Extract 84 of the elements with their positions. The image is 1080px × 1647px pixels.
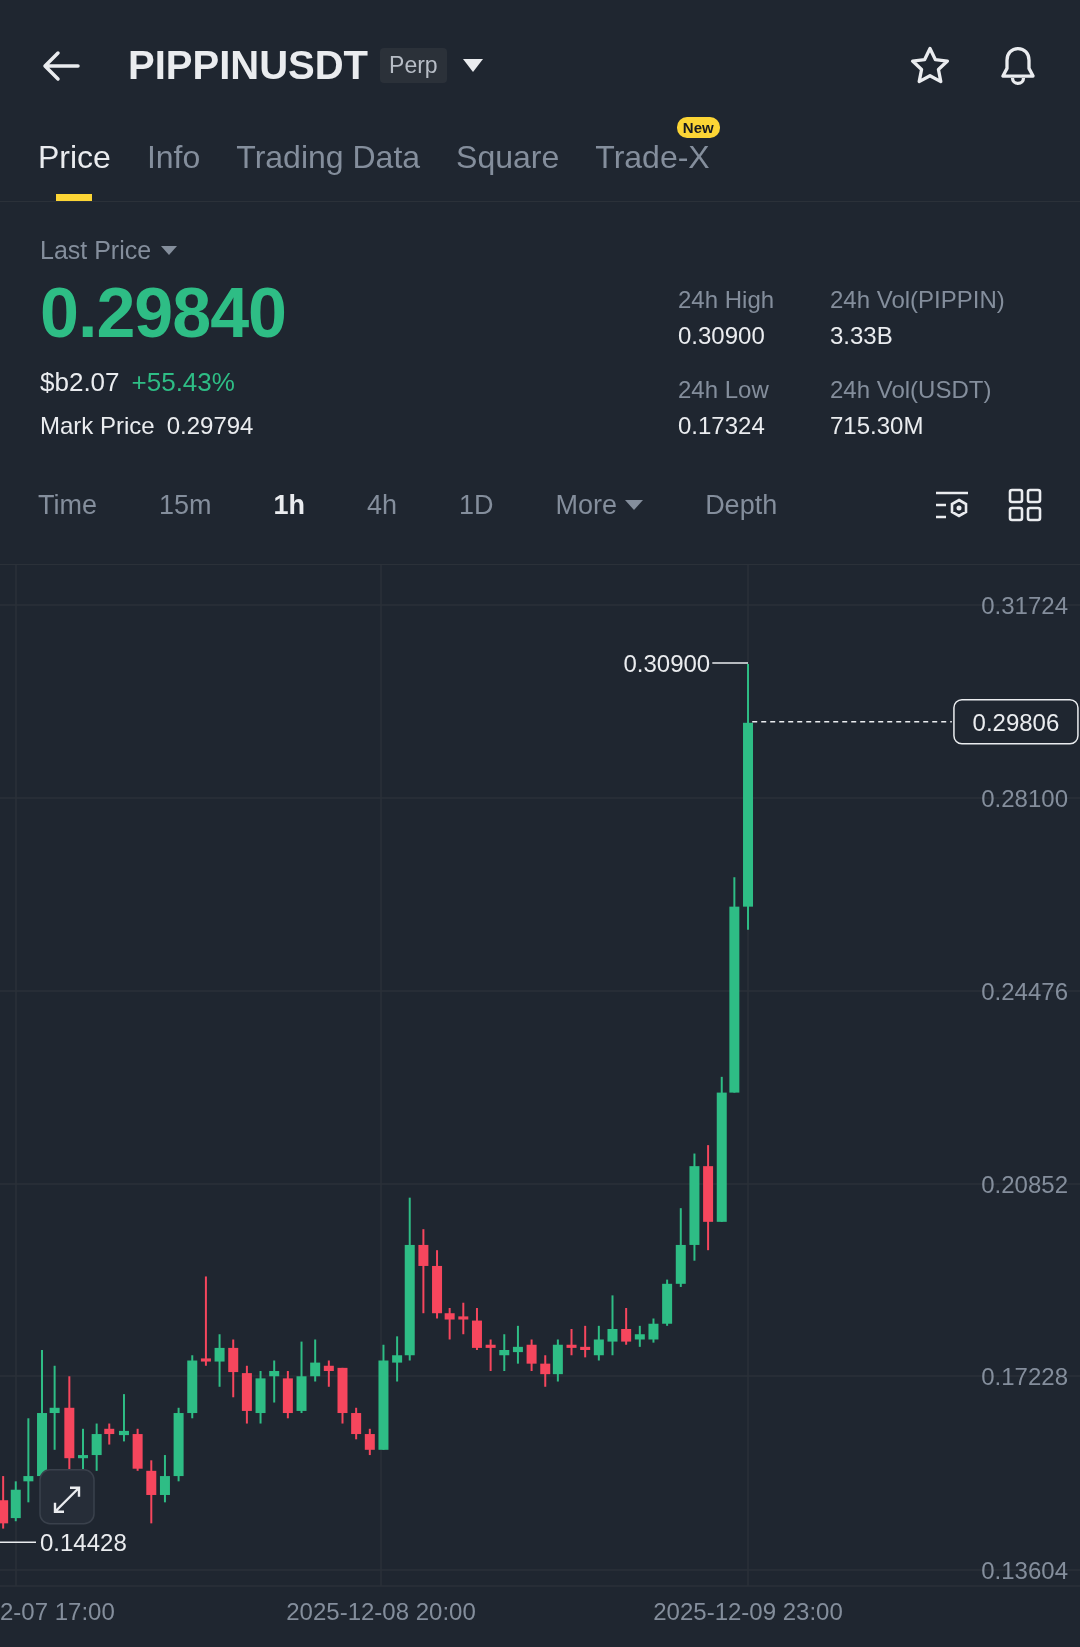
stat-value: 0.30900 [678,322,766,351]
caret-icon [161,245,178,256]
interval-tab[interactable]: Time [38,489,97,521]
y-axis-label: 0.13604 [981,1557,1068,1584]
candle [159,1454,170,1504]
stat-label: 24h High [678,286,776,315]
candle [485,1338,496,1372]
new-badge: New [676,117,720,139]
candle [228,1338,239,1399]
selected-tab-indicator [56,194,93,202]
caret-icon[interactable] [462,58,483,73]
candle [526,1338,537,1372]
stat-value: 3.33B [830,322,894,351]
candle [499,1333,510,1372]
tab[interactable]: Price [38,131,111,177]
candle [540,1354,551,1388]
contract-badge: Perp [380,48,447,84]
candle [621,1307,632,1346]
low-price-marker: 0.14428 [40,1529,127,1557]
candle [337,1366,348,1425]
mark-price: 0.29794 [166,412,254,441]
candle [0,1475,9,1530]
fiat-value: $b2.07 [40,367,120,399]
y-axis-label: 0.24476 [981,978,1068,1005]
caret-icon [625,499,644,511]
high-price-marker: 0.30900 [623,649,711,677]
interval-tab[interactable]: More [555,489,644,521]
leader-line [0,1541,37,1543]
candle [351,1406,362,1441]
last-price-marker: 0.29806 [953,699,1079,745]
leader-line [711,662,749,664]
stat-value: 0.17324 [678,412,766,441]
candle [91,1422,102,1472]
candle [118,1393,129,1443]
candle [187,1354,198,1420]
candle [214,1333,225,1388]
stat-label: 24h Vol(PIPPIN) [830,286,1006,315]
grid-icon[interactable] [1008,488,1042,523]
interval-tab[interactable]: 15m [159,489,212,521]
candle [552,1338,563,1383]
expand-button[interactable] [39,1469,95,1525]
interval-tab[interactable]: Depth [705,489,778,521]
interval-tab[interactable]: 4h [367,489,398,521]
candle [241,1364,252,1425]
candle [607,1294,618,1357]
stat-value: 715.30M [830,412,925,441]
candle [634,1324,645,1348]
stat-label: 24h Vol(USDT) [830,376,993,405]
tab[interactable]: Trading Data [236,131,421,177]
candle [593,1324,604,1362]
candle [310,1338,321,1383]
last-price: 0.29840 [40,273,288,354]
candle [132,1427,143,1472]
mark-price-label: Mark Price [40,412,155,441]
price-change: +55.43% [131,367,235,399]
y-axis-label: 0.20852 [981,1171,1068,1198]
candle [10,1480,21,1523]
candle [146,1459,157,1525]
candle [471,1307,482,1351]
x-axis-label: 2025-12-09 23:00 [653,1598,843,1625]
x-axis-label: 2-07 17:00 [0,1598,115,1625]
symbol-title: PIPPINUSDT [128,43,369,89]
candle [648,1317,659,1344]
candle [282,1370,293,1420]
y-axis-label: 0.17228 [981,1363,1068,1390]
candle [566,1328,577,1357]
stat-label: 24h Low [678,376,770,405]
candle [364,1427,375,1457]
candle [662,1278,673,1327]
y-axis-label: 0.28100 [981,785,1068,812]
candle [104,1422,115,1446]
y-axis-label: 0.31724 [981,592,1068,619]
candle [269,1359,280,1404]
interval-tab[interactable]: 1D [459,489,494,521]
candle [323,1359,334,1388]
candle [580,1324,591,1359]
candle [512,1324,523,1365]
candle [255,1370,266,1425]
x-axis-label: 2025-12-08 20:00 [286,1598,476,1625]
tab[interactable]: Square [456,131,560,177]
candle [458,1301,469,1336]
tab[interactable]: Info [146,131,201,177]
interval-tab[interactable]: 1h [273,489,306,521]
last-price-selector[interactable]: Last Price [40,236,678,266]
